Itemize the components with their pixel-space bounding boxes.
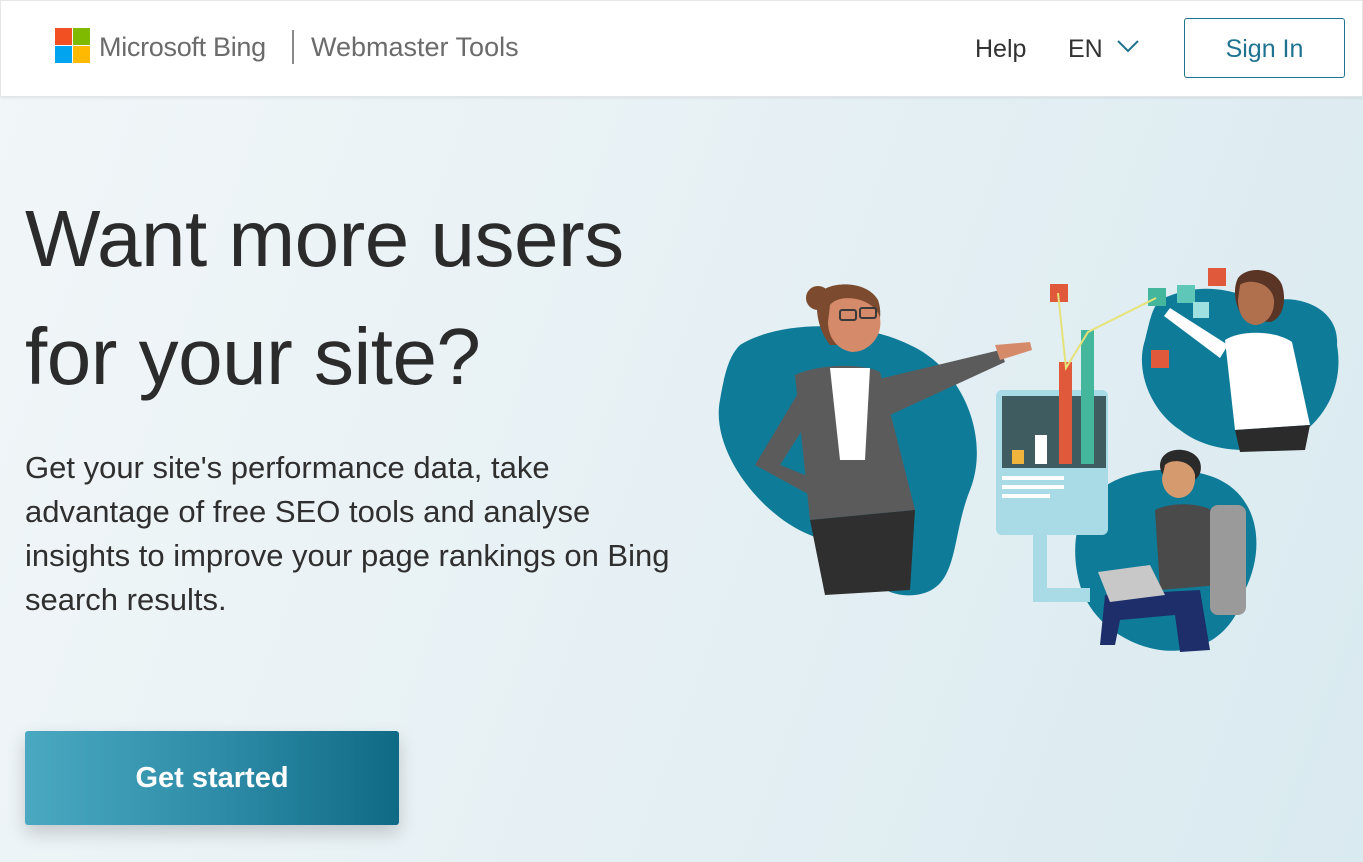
man-chair (1210, 505, 1246, 615)
hero-headline: Want more users for your site? (25, 180, 705, 416)
bar-red (1059, 362, 1072, 464)
sign-in-button[interactable]: Sign In (1184, 18, 1345, 78)
site-header: Microsoft Bing Webmaster Tools Help EN S… (0, 0, 1363, 97)
headline-line-2: for your site? (25, 312, 481, 401)
trend-line (1057, 292, 1157, 372)
language-selector[interactable]: EN (1068, 32, 1103, 66)
bar-green (1081, 330, 1094, 464)
presenter-hand (995, 342, 1032, 360)
hero-illustration (718, 268, 1339, 652)
help-link[interactable]: Help (975, 32, 1026, 66)
text-line-2 (1002, 485, 1064, 489)
logo-green-square (73, 28, 90, 45)
brand-name[interactable]: Microsoft Bing (99, 29, 266, 65)
text-line-3 (1002, 494, 1050, 498)
float-square-red-2 (1208, 268, 1226, 286)
hero-description: Get your site's performance data, take a… (25, 450, 670, 617)
headline-line-1: Want more users (25, 194, 624, 283)
logo-yellow-square (73, 46, 90, 63)
microsoft-logo-icon[interactable] (55, 28, 90, 63)
product-name[interactable]: Webmaster Tools (311, 29, 519, 65)
brand-divider (292, 30, 294, 64)
float-square-teal-1 (1148, 288, 1166, 306)
float-square-light (1193, 302, 1209, 318)
bar-small-2 (1035, 435, 1047, 464)
chevron-down-icon[interactable] (1117, 39, 1139, 53)
text-line-1 (1002, 476, 1064, 480)
float-square-red-3 (1151, 350, 1169, 368)
get-started-button[interactable]: Get started (25, 731, 399, 825)
float-square-teal-2 (1177, 285, 1195, 303)
logo-blue-square (55, 46, 72, 63)
bar-small-1 (1012, 450, 1024, 464)
presenter-skirt (810, 510, 915, 595)
logo-red-square (55, 28, 72, 45)
